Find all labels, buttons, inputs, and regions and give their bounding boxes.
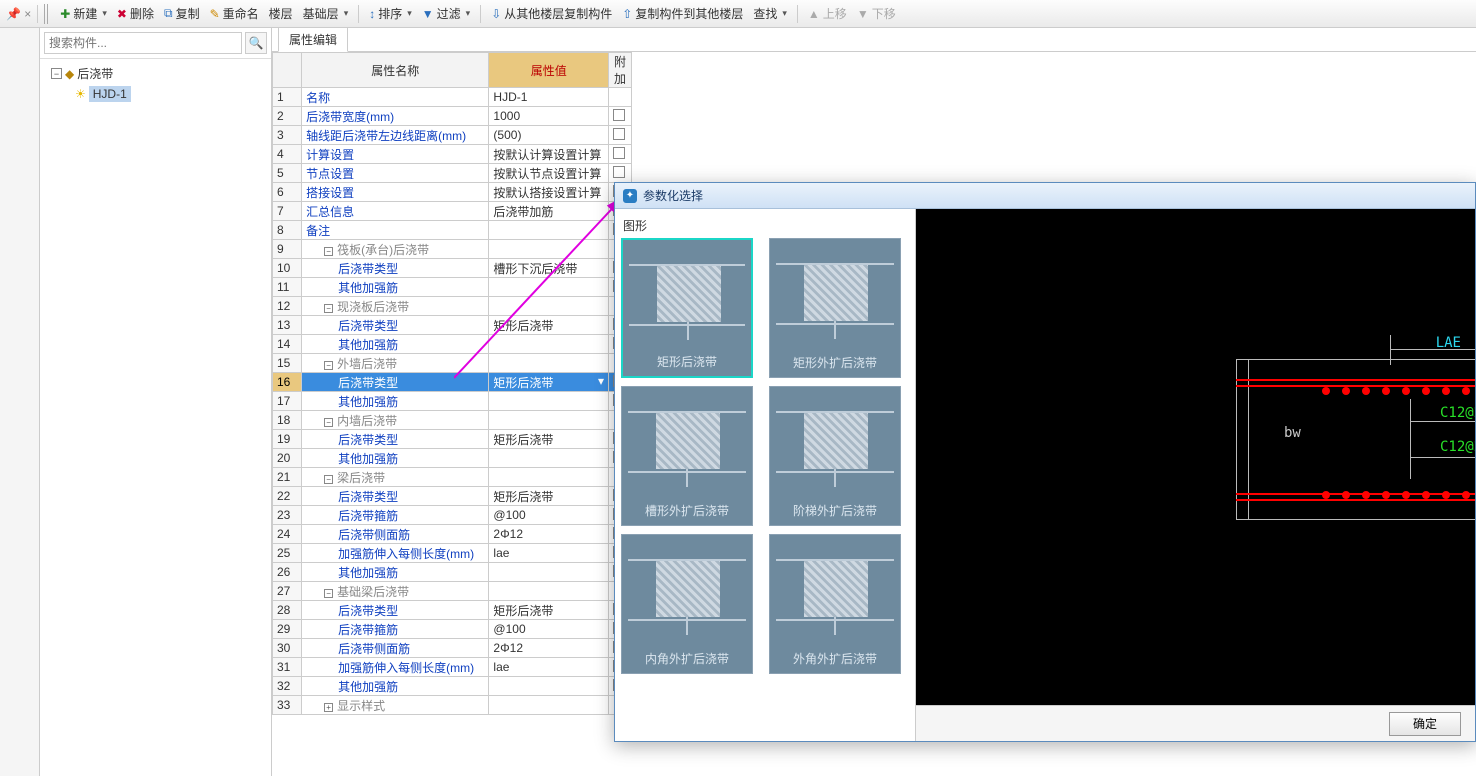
table-row[interactable]: 15−外墙后浇带 <box>273 354 632 373</box>
table-row[interactable]: 13后浇带类型矩形后浇带 <box>273 316 632 335</box>
shape-option[interactable]: 外角外扩后浇带 <box>769 534 901 674</box>
pin-close[interactable]: 📌 × <box>6 7 31 21</box>
checkbox[interactable] <box>613 109 625 121</box>
tab-property-edit[interactable]: 属性编辑 <box>278 27 348 52</box>
delete-button[interactable]: ✖删除 <box>113 3 158 24</box>
move-up-button[interactable]: ▲上移 <box>804 3 851 24</box>
table-row[interactable]: 24后浇带侧面筋2Φ12 <box>273 525 632 544</box>
table-row[interactable]: 9−筏板(承台)后浇带 <box>273 240 632 259</box>
table-row[interactable]: 32其他加强筋 <box>273 677 632 696</box>
col-name: 属性名称 <box>302 53 489 88</box>
shape-option[interactable]: 矩形外扩后浇带 <box>769 238 901 378</box>
copy-from-floor-button[interactable]: ⇩从其他楼层复制构件 <box>487 3 616 24</box>
table-row[interactable]: 30后浇带侧面筋2Φ12 <box>273 639 632 658</box>
tree-panel: 🔍 − ◆ 后浇带 ☀ HJD-1 <box>40 28 272 776</box>
shape-option[interactable]: 阶梯外扩后浇带 <box>769 386 901 526</box>
table-row[interactable]: 12−现浇板后浇带 <box>273 297 632 316</box>
checkbox[interactable] <box>613 128 625 140</box>
table-row[interactable]: 1名称HJD-1 <box>273 88 632 107</box>
table-row[interactable]: 27−基础梁后浇带 <box>273 582 632 601</box>
table-row[interactable]: 20其他加强筋 <box>273 449 632 468</box>
table-row[interactable]: 8备注 <box>273 221 632 240</box>
filter-button[interactable]: ▼过滤 <box>418 3 474 24</box>
sort-button[interactable]: ↕排序 <box>365 3 416 24</box>
tree-root[interactable]: − ◆ 后浇带 <box>44 63 267 84</box>
dialog-titlebar[interactable]: ✦ 参数化选择 <box>615 183 1475 209</box>
toolbar: 📌 × ✚新建 ✖删除 ⧉复制 ✎重命名 楼层 基础层 ↕排序 ▼过滤 ⇩从其他… <box>0 0 1476 28</box>
table-row[interactable]: 11其他加强筋 <box>273 278 632 297</box>
table-row[interactable]: 10后浇带类型槽形下沉后浇带 <box>273 259 632 278</box>
search-input[interactable] <box>44 32 242 54</box>
rename-button[interactable]: ✎重命名 <box>206 3 263 24</box>
tree-item-hjd1[interactable]: ☀ HJD-1 <box>44 84 267 104</box>
table-row[interactable]: 16后浇带类型矩形后浇带 ▾ <box>273 373 632 392</box>
move-down-button[interactable]: ▼下移 <box>853 3 900 24</box>
table-row[interactable]: 2后浇带宽度(mm)1000 <box>273 107 632 126</box>
copy-to-floor-button[interactable]: ⇧复制构件到其他楼层 <box>618 3 747 24</box>
drawing-preview: 1000 LAE bw C12@200 C12@200 C12@200 C12@… <box>916 209 1475 705</box>
shape-option[interactable]: 内角外扩后浇带 <box>621 534 753 674</box>
dialog-icon: ✦ <box>623 189 637 203</box>
ok-button[interactable]: 确定 <box>1389 712 1461 736</box>
toolbar-handle[interactable] <box>44 4 50 24</box>
col-add: 附加 <box>609 53 632 88</box>
dialog-left-label: 图形 <box>621 215 909 238</box>
search-button[interactable]: 🔍 <box>245 32 267 54</box>
floor-label: 楼层 <box>265 3 297 24</box>
property-grid: 属性名称 属性值 附加 1名称HJD-12后浇带宽度(mm)10003轴线距后浇… <box>272 52 632 715</box>
table-row[interactable]: 28后浇带类型矩形后浇带 <box>273 601 632 620</box>
table-row[interactable]: 22后浇带类型矩形后浇带 <box>273 487 632 506</box>
table-row[interactable]: 25加强筋伸入每侧长度(mm)lae <box>273 544 632 563</box>
table-row[interactable]: 6搭接设置按默认搭接设置计算 <box>273 183 632 202</box>
table-row[interactable]: 21−梁后浇带 <box>273 468 632 487</box>
table-row[interactable]: 7汇总信息后浇带加筋 <box>273 202 632 221</box>
new-button[interactable]: ✚新建 <box>56 3 111 24</box>
checkbox[interactable] <box>613 166 625 178</box>
param-dialog: ✦ 参数化选择 图形 矩形后浇带矩形外扩后浇带槽形外扩后浇带阶梯外扩后浇带内角外… <box>614 182 1476 742</box>
table-row[interactable]: 26其他加强筋 <box>273 563 632 582</box>
find-button[interactable]: 查找 <box>749 3 791 24</box>
dialog-title-text: 参数化选择 <box>643 187 703 204</box>
table-row[interactable]: 5节点设置按默认节点设置计算 <box>273 164 632 183</box>
table-row[interactable]: 3轴线距后浇带左边线距离(mm)(500) <box>273 126 632 145</box>
table-row[interactable]: 29后浇带箍筋@100 <box>273 620 632 639</box>
col-value: 属性值 <box>489 53 609 88</box>
shape-option[interactable]: 矩形后浇带 <box>621 238 753 378</box>
table-row[interactable]: 31加强筋伸入每侧长度(mm)lae <box>273 658 632 677</box>
table-row[interactable]: 17其他加强筋 <box>273 392 632 411</box>
table-row[interactable]: 4计算设置按默认计算设置计算 <box>273 145 632 164</box>
table-row[interactable]: 33+显示样式 <box>273 696 632 715</box>
table-row[interactable]: 23后浇带箍筋@100 <box>273 506 632 525</box>
left-strip <box>0 28 40 776</box>
shape-option[interactable]: 槽形外扩后浇带 <box>621 386 753 526</box>
base-floor-dropdown[interactable]: 基础层 <box>299 3 353 24</box>
copy-button[interactable]: ⧉复制 <box>160 3 204 24</box>
table-row[interactable]: 19后浇带类型矩形后浇带 <box>273 430 632 449</box>
checkbox[interactable] <box>613 147 625 159</box>
table-row[interactable]: 14其他加强筋 <box>273 335 632 354</box>
table-row[interactable]: 18−内墙后浇带 <box>273 411 632 430</box>
